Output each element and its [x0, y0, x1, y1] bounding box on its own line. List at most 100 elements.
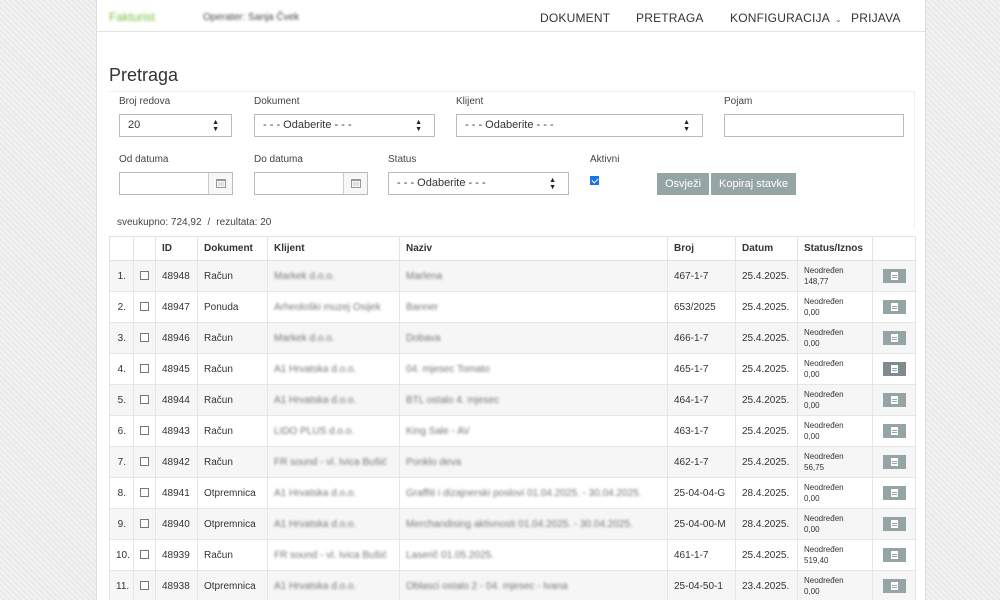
row-id: 48945 [155, 353, 198, 385]
table-header-row: ID Dokument Klijent Naziv Broj Datum Sta… [109, 236, 916, 261]
row-status-cell: Neodređen 0,00 [797, 353, 873, 385]
table-row[interactable]: 5. 48944 Račun A1 Hrvatska d.o.o. BTL ostalo… [109, 384, 916, 416]
row-client: A1 Hrvatska d.o.o. [274, 580, 357, 592]
table-row[interactable]: 1. 48948 Račun Markek d.o.o. Marlena 467-1-7 2… [109, 260, 916, 292]
row-checkbox[interactable] [140, 581, 149, 591]
row-amount: 519,40 [804, 556, 829, 565]
od-datuma-label: Od datuma [119, 154, 169, 165]
status-select[interactable]: - - - Odaberite - - - ▲ ▼ [388, 172, 569, 195]
row-client-cell: A1 Hrvatska d.o.o. [267, 353, 400, 385]
page-title: Pretraga [109, 65, 179, 85]
row-checkbox[interactable] [140, 488, 149, 498]
open-document-button[interactable] [882, 548, 906, 562]
open-document-button[interactable] [882, 393, 906, 407]
dokument-value: - - - Odaberite - - - [263, 119, 352, 131]
aktivni-checkbox[interactable] [590, 176, 599, 185]
summary-separator: / [207, 217, 211, 228]
col-header-status[interactable]: Status/Iznos [797, 236, 873, 261]
row-amount: 0,00 [804, 401, 820, 410]
open-document-button[interactable] [882, 517, 906, 531]
table-row[interactable]: 8. 48941 Otpremnica A1 Hrvatska d.o.o. Graff… [109, 477, 916, 509]
row-document-type: Račun [197, 260, 268, 292]
row-date: 25.4.2025. [735, 384, 798, 416]
open-document-button[interactable] [882, 269, 906, 283]
row-date: 25.4.2025. [735, 446, 798, 478]
table-row[interactable]: 4. 48945 Račun A1 Hrvatska d.o.o. 04. mjesec… [109, 353, 916, 385]
col-header-id[interactable]: ID [155, 236, 198, 261]
nav-pretraga[interactable]: PRETRAGA [636, 11, 704, 25]
filter-panel: Broj redova 20 ▲ ▼ Dokument - - - Odaberi… [109, 91, 915, 229]
row-actions-cell [872, 291, 916, 323]
row-client-cell: Markek d.o.o. [267, 322, 400, 354]
od-datuma-input[interactable] [119, 172, 233, 195]
row-document-type: Račun [197, 384, 268, 416]
row-date: 28.4.2025. [735, 477, 798, 509]
row-checkbox[interactable] [140, 395, 149, 405]
col-header-datum[interactable]: Datum [735, 236, 798, 261]
document-icon [890, 551, 898, 559]
row-checkbox[interactable] [140, 426, 149, 436]
row-date: 25.4.2025. [735, 353, 798, 385]
col-header-broj[interactable]: Broj [667, 236, 736, 261]
open-document-button[interactable] [882, 455, 906, 469]
klijent-select[interactable]: - - - Odaberite - - - ▲ ▼ [456, 114, 703, 137]
row-amount: 0,00 [804, 494, 820, 503]
nav-dokument[interactable]: DOKUMENT [540, 11, 610, 25]
open-document-button[interactable] [882, 331, 906, 345]
row-amount: 56,75 [804, 463, 825, 472]
row-checkbox[interactable] [140, 333, 149, 343]
open-document-button[interactable] [882, 362, 906, 376]
table-row[interactable]: 11. 48938 Otpremnica A1 Hrvatska d.o.o. Obla… [109, 570, 916, 600]
row-checkbox[interactable] [140, 271, 149, 281]
do-datuma-calendar-button[interactable] [343, 173, 367, 194]
row-client-cell: A1 Hrvatska d.o.o. [267, 570, 400, 600]
row-checkbox[interactable] [140, 302, 149, 312]
row-status-cell: Neodređen 0,00 [797, 384, 873, 416]
row-status: Neodređen [804, 359, 844, 368]
row-checkbox[interactable] [140, 519, 149, 529]
od-datuma-calendar-button[interactable] [208, 173, 232, 194]
document-icon [890, 520, 898, 528]
col-header-dokument[interactable]: Dokument [197, 236, 268, 261]
pojam-input[interactable] [724, 114, 904, 137]
row-checkbox[interactable] [140, 550, 149, 560]
table-row[interactable]: 9. 48940 Otpremnica A1 Hrvatska d.o.o. Merch… [109, 508, 916, 540]
open-document-button[interactable] [882, 300, 906, 314]
do-datuma-input[interactable] [254, 172, 368, 195]
dokument-select[interactable]: - - - Odaberite - - - ▲ ▼ [254, 114, 435, 137]
table-row[interactable]: 2. 48947 Ponuda Arheološki muzej Osijek Bann… [109, 291, 916, 323]
col-header-index [109, 236, 134, 261]
table-row[interactable]: 7. 48942 Račun FR sound - vl. Ivica Bušić Po… [109, 446, 916, 478]
row-client-cell: Markek d.o.o. [267, 260, 400, 292]
row-actions-cell [872, 384, 916, 416]
row-index: 7. [109, 446, 134, 478]
row-index: 1. [109, 260, 134, 292]
row-number: 461-1-7 [667, 539, 736, 571]
open-document-button[interactable] [882, 424, 906, 438]
document-icon [890, 582, 898, 590]
table-row[interactable]: 10. 48939 Račun FR sound - vl. Ivica Bušić L… [109, 539, 916, 571]
row-actions-cell [872, 477, 916, 509]
row-checkbox[interactable] [140, 364, 149, 374]
row-name: Laserič 01.05.2025. [406, 549, 494, 561]
row-document-type: Račun [197, 415, 268, 447]
copy-items-button[interactable]: Kopiraj stavke [711, 173, 797, 195]
col-header-naziv[interactable]: Naziv [399, 236, 668, 261]
refresh-button[interactable]: Osvježi [657, 173, 710, 195]
open-document-button[interactable] [882, 486, 906, 500]
row-status: Neodređen [804, 421, 844, 430]
document-icon [890, 334, 898, 342]
row-id: 48948 [155, 260, 198, 292]
table-row[interactable]: 3. 48946 Račun Markek d.o.o. Dobava 466-1-7 25… [109, 322, 916, 354]
open-document-button[interactable] [882, 579, 906, 593]
nav-konfiguracija[interactable]: KONFIGURACIJA ⌄ [730, 11, 842, 25]
broj-redova-select[interactable]: 20 ▲ ▼ [119, 114, 232, 137]
row-checkbox[interactable] [140, 457, 149, 467]
brand-logo[interactable]: Fakturist [109, 10, 155, 24]
col-header-klijent[interactable]: Klijent [267, 236, 400, 261]
nav-prijava[interactable]: PRIJAVA [851, 11, 901, 25]
row-status-cell: Neodređen 0,00 [797, 477, 873, 509]
table-row[interactable]: 6. 48943 Račun LIDO PLUS d.o.o. King Sale - … [109, 415, 916, 447]
row-id: 48939 [155, 539, 198, 571]
dokument-label: Dokument [254, 96, 300, 107]
